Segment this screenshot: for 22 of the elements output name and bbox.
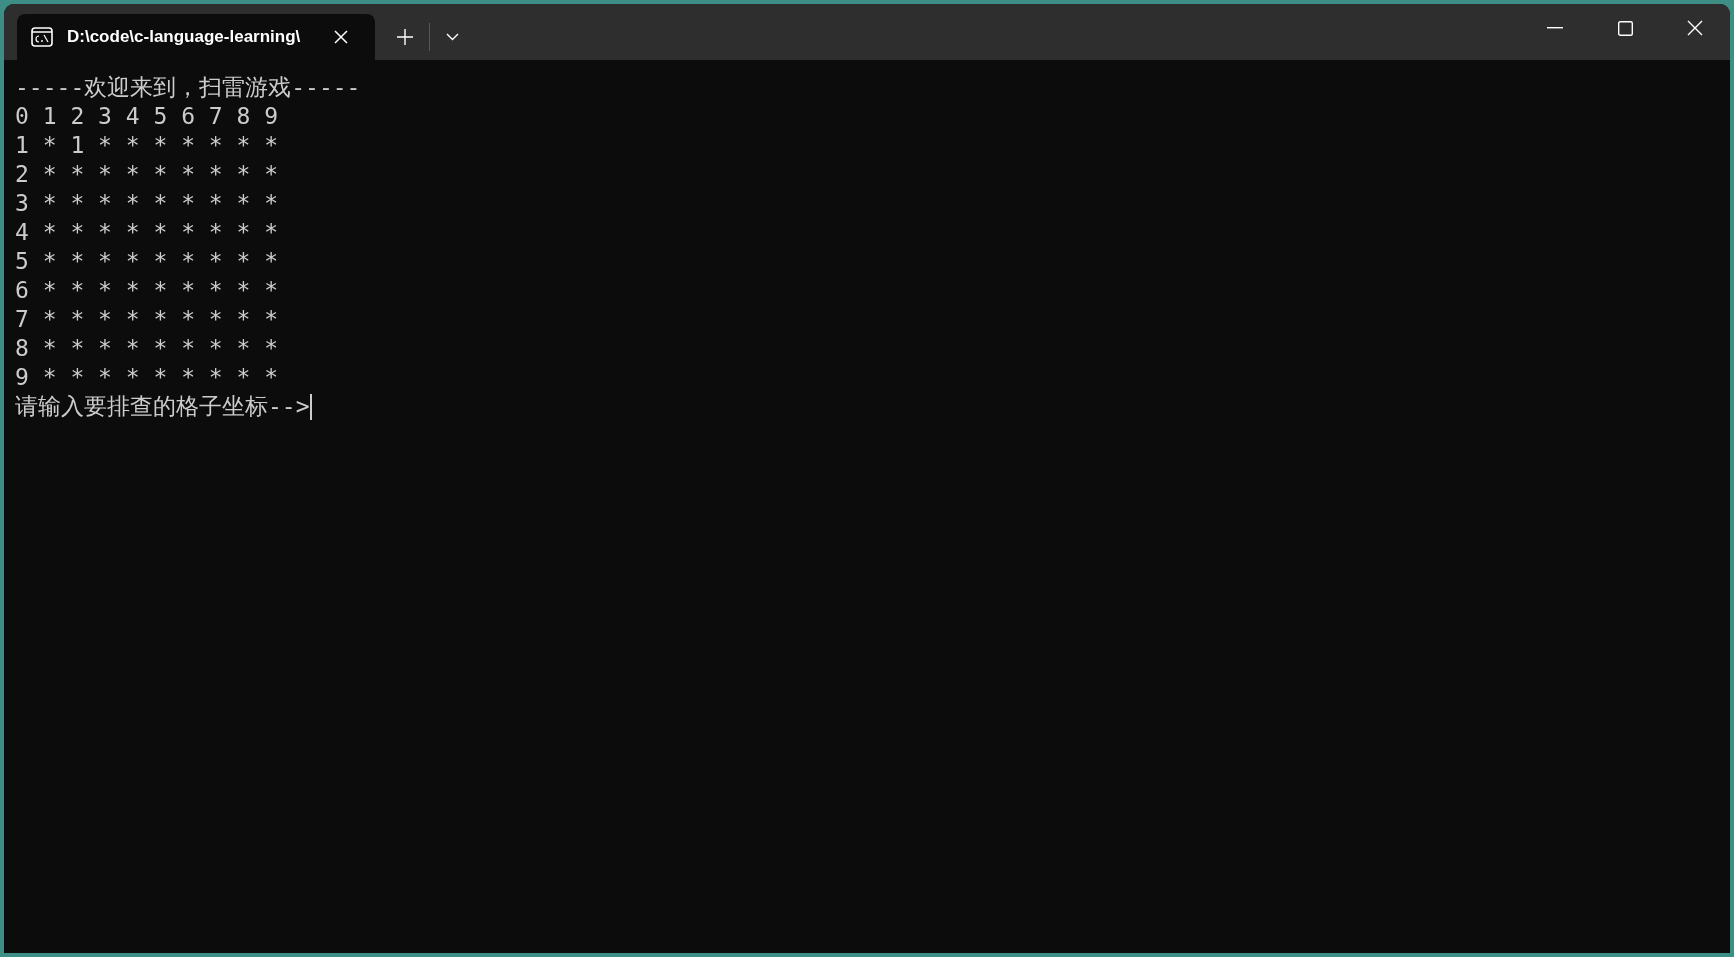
console-line: 2 * * * * * * * * * xyxy=(15,160,279,189)
minimize-icon[interactable] xyxy=(1547,27,1563,29)
console-line: 6 * * * * * * * * * xyxy=(15,276,279,305)
console-line: 5 * * * * * * * * * xyxy=(15,247,279,276)
maximize-icon[interactable] xyxy=(1617,20,1633,36)
console-line: 8 * * * * * * * * * xyxy=(15,334,279,363)
tab-title: D:\code\c-language-learning\ xyxy=(67,26,302,49)
console-line: 0 1 2 3 4 5 6 7 8 9 xyxy=(15,102,279,131)
new-tab-icon[interactable] xyxy=(397,29,413,45)
dropdown-icon[interactable] xyxy=(446,33,459,41)
console-line: 1 * 1 * * * * * * * xyxy=(15,131,279,160)
console-line: 7 * * * * * * * * * xyxy=(15,305,279,334)
input-prompt: 请输入要排查的格子坐标--> xyxy=(15,392,310,421)
close-icon[interactable] xyxy=(1687,20,1703,36)
terminal-icon xyxy=(31,27,53,47)
text-cursor xyxy=(309,393,312,420)
console-line: -----欢迎来到，扫雷游戏----- xyxy=(15,73,361,102)
console-line: 3 * * * * * * * * * xyxy=(15,189,279,218)
close-icon[interactable] xyxy=(334,30,348,44)
tab[interactable]: D:\code\c-language-learning\ xyxy=(17,14,375,60)
console-line: 4 * * * * * * * * * xyxy=(15,218,279,247)
console-line: 9 * * * * * * * * * xyxy=(15,363,279,392)
